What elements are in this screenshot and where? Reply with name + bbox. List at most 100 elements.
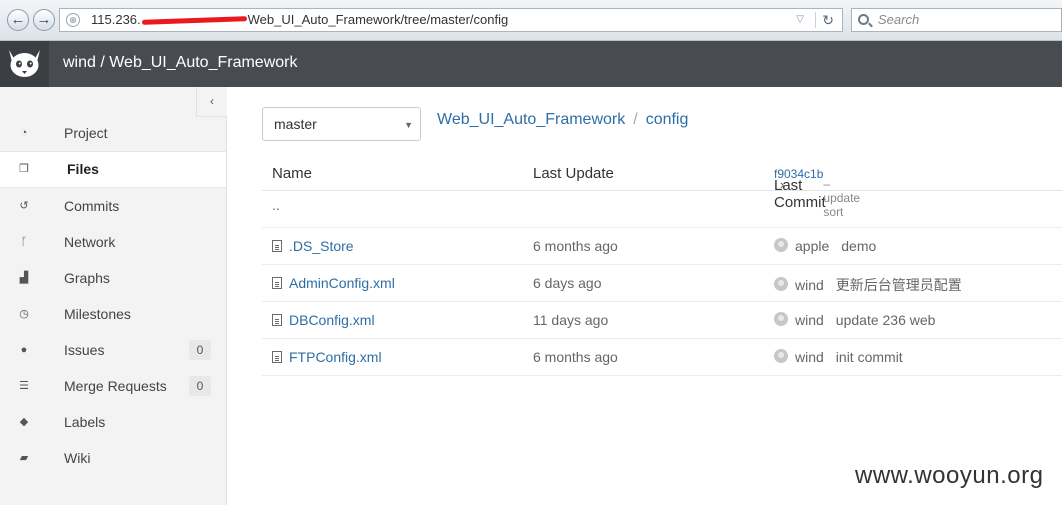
search-icon — [858, 14, 869, 25]
refresh-icon[interactable]: ↻ — [822, 9, 834, 31]
last-commit-cell: wind init commit — [774, 349, 903, 365]
url-text: 115.236. Web_UI_Auto_Framework/tree/maste… — [91, 9, 508, 31]
commit-message[interactable]: demo — [841, 238, 876, 254]
count-badge: 0 — [189, 376, 211, 396]
watermark: www.wooyun.org — [855, 462, 1044, 489]
sidebar-item-label: Issues — [64, 342, 105, 358]
file-icon — [272, 351, 282, 363]
avatar[interactable] — [774, 349, 788, 363]
avatar[interactable] — [774, 277, 788, 291]
table-row[interactable]: FTPConfig.xml 6 months ago wind init commit — [262, 339, 1062, 376]
breadcrumb-config-link[interactable]: config — [646, 111, 689, 128]
code-fork-icon: ᚴ — [20, 236, 28, 248]
browser-toolbar: ← → ⊕ 115.236. Web_UI_Auto_Framework/tree… — [0, 0, 1062, 41]
commit-message[interactable]: update 236 web — [836, 312, 936, 328]
search-box[interactable]: Search — [851, 8, 1062, 32]
sidebar-item-project[interactable]: ◔ Project — [0, 115, 226, 151]
redaction-mark — [141, 16, 247, 25]
count-badge: 0 — [189, 340, 211, 360]
file-name-cell: DBConfig.xml — [272, 312, 375, 328]
sidebar-item-label: Labels — [64, 414, 106, 430]
area-chart-icon: ▟ — [19, 272, 29, 284]
gitlab-logo[interactable] — [0, 41, 49, 87]
sidebar-item-files[interactable]: ❐ Files — [0, 151, 226, 188]
chevron-right-icon: › — [780, 177, 785, 192]
table-row[interactable]: .DS_Store 6 months ago apple demo — [262, 228, 1062, 265]
sidebar-item-label: Project — [64, 125, 108, 141]
table-header: Name Last Update Last Commit › f9034c1b – … — [262, 153, 1062, 219]
dropdown-arrow-icon[interactable]: ▽ — [796, 9, 804, 31]
back-button[interactable]: ← — [7, 9, 29, 31]
clock-icon: ◷ — [19, 308, 29, 320]
column-header-last-update: Last Update — [533, 165, 614, 182]
sidebar-item-label: Merge Requests — [64, 378, 167, 394]
last-update-cell: 6 months ago — [533, 349, 618, 365]
tags-icon: ◆ — [19, 416, 29, 428]
sidebar-item-graphs[interactable]: ▟ Graphs — [0, 260, 226, 296]
forward-button[interactable]: → — [33, 9, 55, 31]
last-update-cell: 6 days ago — [533, 275, 602, 291]
avatar[interactable] — [774, 238, 788, 252]
files-icon: ❐ — [19, 163, 29, 175]
commit-author[interactable]: wind — [795, 349, 824, 365]
avatar[interactable] — [774, 312, 788, 326]
parent-dir-link[interactable]: .. — [272, 197, 280, 213]
branch-select-value: master — [274, 116, 317, 132]
commit-author[interactable]: wind — [795, 277, 824, 293]
commit-author[interactable]: apple — [795, 238, 829, 254]
file-name-cell: FTPConfig.xml — [272, 349, 382, 365]
file-link[interactable]: FTPConfig.xml — [289, 349, 382, 365]
file-icon — [272, 240, 282, 252]
file-link[interactable]: .DS_Store — [289, 238, 354, 254]
sidebar-item-labels[interactable]: ◆ Labels — [0, 404, 226, 440]
file-name-cell: AdminConfig.xml — [272, 275, 395, 291]
sidebar-nav: ◔ Project ❐ Files ↺ Commits ᚴ Network ▟ Graphs ◷ Mi… — [0, 115, 226, 476]
commit-message[interactable]: 更新后台管理员配置 — [836, 277, 962, 293]
book-icon: ▰ — [19, 452, 29, 464]
breadcrumb: Web_UI_Auto_Framework / config — [437, 111, 688, 129]
last-update-cell: 11 days ago — [533, 312, 609, 328]
sidebar-item-issues[interactable]: ● Issues 0 — [0, 332, 226, 368]
url-prefix: 115.236. — [91, 12, 141, 27]
exclamation-circle-icon: ● — [20, 344, 28, 356]
breadcrumb-repo-link[interactable]: Web_UI_Auto_Framework — [437, 111, 625, 128]
sidebar-item-commits[interactable]: ↺ Commits — [0, 188, 226, 224]
branch-select[interactable]: master ▼ — [262, 107, 421, 141]
main-content: master ▼ Web_UI_Auto_Framework / config Na… — [227, 87, 1062, 505]
file-icon — [272, 277, 282, 289]
globe-icon: ⊕ — [66, 13, 80, 27]
sidebar-item-label: Milestones — [64, 306, 131, 322]
breadcrumb-separator: / — [633, 111, 638, 128]
commit-author[interactable]: wind — [795, 312, 824, 328]
column-header-last-commit: Last Commit › f9034c1b – update sort — [774, 165, 860, 219]
sidebar-item-label: Files — [67, 161, 99, 177]
last-commit-cell: apple demo — [774, 238, 876, 254]
file-link[interactable]: DBConfig.xml — [289, 312, 375, 328]
table-row[interactable]: DBConfig.xml 11 days ago wind update 236 we… — [262, 302, 1062, 339]
file-table: Name Last Update Last Commit › f9034c1b – … — [262, 153, 1062, 376]
fox-logo-icon — [9, 50, 40, 77]
address-divider — [815, 12, 816, 28]
collapse-sidebar-button[interactable]: ‹ — [196, 87, 227, 117]
sidebar-item-network[interactable]: ᚴ Network — [0, 224, 226, 260]
sidebar-item-label: Wiki — [64, 450, 91, 466]
sidebar-item-milestones[interactable]: ◷ Milestones — [0, 296, 226, 332]
sidebar: ‹ ◔ Project ❐ Files ↺ Commits ᚴ Network ▟ Graphs ◷… — [0, 87, 227, 505]
sidebar-item-wiki[interactable]: ▰ Wiki — [0, 440, 226, 476]
app-header: wind / Web_UI_Auto_Framework — [0, 41, 1062, 87]
tasks-icon: ☰ — [19, 380, 29, 392]
address-bar[interactable]: ⊕ 115.236. Web_UI_Auto_Framework/tree/mas… — [59, 8, 843, 32]
file-rows: .DS_Store 6 months ago apple demo AdminConfi… — [262, 228, 1062, 376]
commit-message[interactable]: init commit — [836, 349, 903, 365]
sidebar-item-merge-requests[interactable]: ☰ Merge Requests 0 — [0, 368, 226, 404]
project-title[interactable]: wind / Web_UI_Auto_Framework — [63, 54, 297, 72]
sidebar-item-label: Network — [64, 234, 116, 250]
table-row[interactable]: AdminConfig.xml 6 days ago wind 更新后台管理员配置 — [262, 265, 1062, 302]
sidebar-item-label: Graphs — [64, 270, 110, 286]
file-link[interactable]: AdminConfig.xml — [289, 275, 395, 291]
parent-dir-row[interactable]: .. — [262, 191, 1062, 228]
column-header-name: Name — [272, 165, 313, 182]
file-name-cell: .DS_Store — [272, 238, 354, 254]
last-update-cell: 6 months ago — [533, 238, 618, 254]
last-commit-cell: wind 更新后台管理员配置 — [774, 275, 962, 295]
